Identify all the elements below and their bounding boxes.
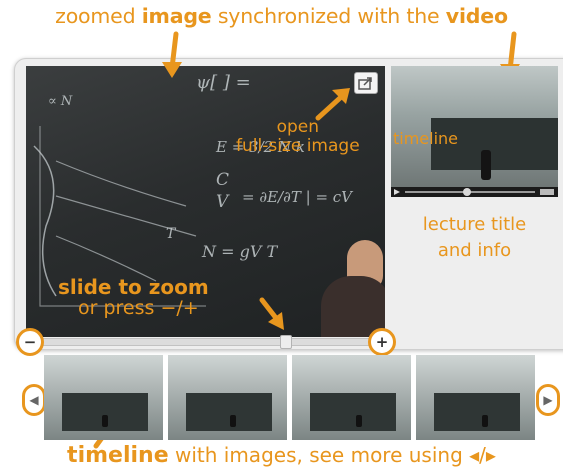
thumbnail-lecturer bbox=[482, 415, 488, 427]
zoom-slider-track[interactable] bbox=[34, 338, 380, 346]
zoom-in-button[interactable]: + bbox=[368, 328, 396, 356]
video-timeline-knob[interactable] bbox=[463, 188, 471, 196]
timeline-thumbnail[interactable] bbox=[292, 355, 411, 440]
zoom-out-button[interactable]: − bbox=[16, 328, 44, 356]
video-lecturer bbox=[481, 150, 491, 180]
volume-icon[interactable] bbox=[540, 189, 554, 195]
timeline-thumbnail[interactable] bbox=[168, 355, 287, 440]
zoom-slider-thumb[interactable] bbox=[280, 335, 292, 349]
thumbnail-blackboard bbox=[434, 393, 520, 431]
chevron-right-icon: ▶ bbox=[543, 393, 553, 407]
thumbnail-lecturer bbox=[102, 415, 108, 427]
timeline-thumbnail[interactable] bbox=[44, 355, 163, 440]
lecture-info: lecture title and info bbox=[422, 214, 527, 262]
timeline-annotation: timeline bbox=[393, 129, 459, 148]
play-icon[interactable] bbox=[394, 189, 400, 195]
video-controls[interactable] bbox=[391, 187, 558, 197]
video-player[interactable]: timeline bbox=[391, 66, 558, 187]
timeline-prev-button[interactable]: ◀ bbox=[22, 384, 46, 416]
bottom-caption: timeline with images, see more using ◂/▸ bbox=[67, 443, 496, 468]
thumbnail-lecturer bbox=[230, 415, 236, 427]
thumbnail-blackboard bbox=[310, 393, 396, 431]
chevron-left-icon: ◀ bbox=[29, 393, 39, 407]
timeline-next-button[interactable]: ▶ bbox=[536, 384, 560, 416]
timeline-thumbnail[interactable] bbox=[416, 355, 535, 440]
thumbnail-blackboard bbox=[186, 393, 272, 431]
thumbnail-lecturer bbox=[356, 415, 362, 427]
